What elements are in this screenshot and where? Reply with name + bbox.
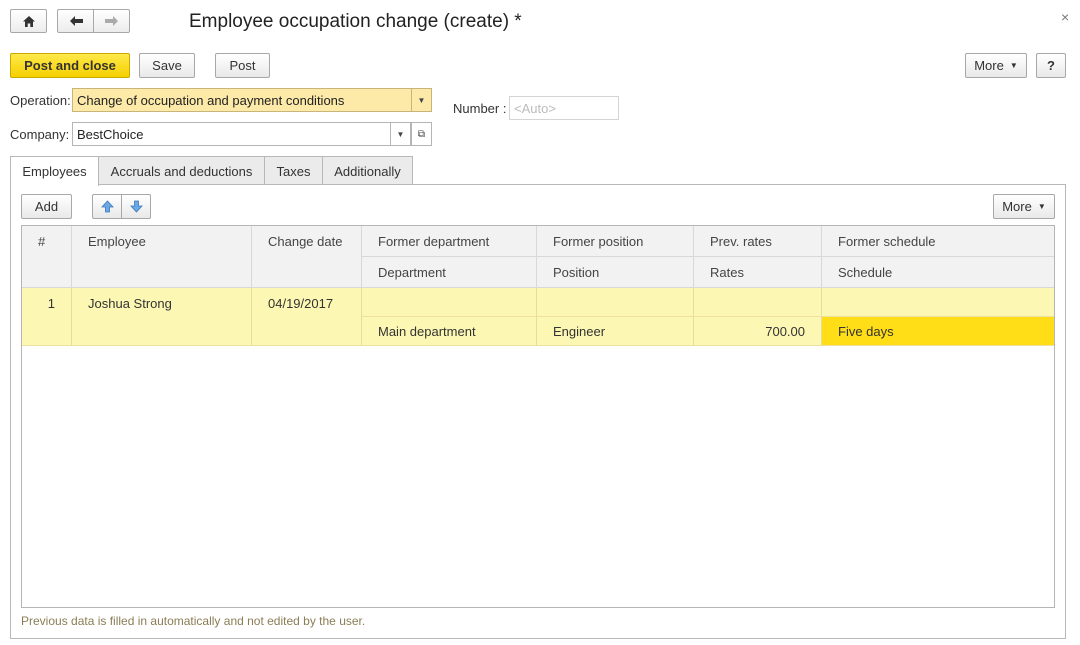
header-prev-rates[interactable]: Prev. rates <box>694 226 822 257</box>
home-icon <box>22 15 35 27</box>
post-and-close-button[interactable]: Post and close <box>10 53 130 78</box>
number-field[interactable]: <Auto> <box>509 96 619 120</box>
header-department[interactable]: Department <box>362 257 537 288</box>
tab-taxes[interactable]: Taxes <box>264 156 323 185</box>
forward-button[interactable] <box>93 9 130 33</box>
chevron-down-icon: ▼ <box>1037 202 1046 211</box>
move-down-icon <box>129 200 143 213</box>
move-up-icon <box>101 200 114 213</box>
help-button[interactable]: ? <box>1036 53 1066 78</box>
move-up-button[interactable] <box>92 194 122 219</box>
tab-additionally[interactable]: Additionally <box>322 156 413 185</box>
former-position-cell[interactable] <box>537 288 694 317</box>
header-former-department[interactable]: Former department <box>362 226 537 257</box>
arrow-right-icon <box>105 16 118 26</box>
close-icon[interactable]: × <box>1061 9 1069 25</box>
header-former-schedule[interactable]: Former schedule <box>822 226 1054 257</box>
post-button[interactable]: Post <box>215 53 270 78</box>
more-label: More <box>974 58 1004 73</box>
department-cell[interactable]: Main department <box>362 317 537 346</box>
schedule-cell[interactable]: Five days <box>822 317 1054 346</box>
change-date-cell[interactable]: 04/19/2017 <box>252 288 362 346</box>
employees-table[interactable]: # Employee Change date Former department… <box>21 225 1055 608</box>
employee-cell[interactable]: Joshua Strong <box>72 288 252 346</box>
header-employee[interactable]: Employee <box>72 226 252 288</box>
footnote: Previous data is filled in automatically… <box>21 614 366 628</box>
chevron-down-icon: ▼ <box>1009 61 1018 70</box>
company-dropdown-icon[interactable]: ▼ <box>390 122 411 146</box>
add-button[interactable]: Add <box>21 194 72 219</box>
company-label: Company: <box>10 127 70 142</box>
open-icon[interactable]: ⧉ <box>411 122 432 146</box>
more-button[interactable]: More ▼ <box>965 53 1027 78</box>
former-schedule-cell[interactable] <box>822 288 1054 317</box>
header-rates[interactable]: Rates <box>694 257 822 288</box>
save-button[interactable]: Save <box>139 53 195 78</box>
number-label: Number : <box>453 101 507 116</box>
tab-employees[interactable]: Employees <box>10 156 99 186</box>
header-change-date[interactable]: Change date <box>252 226 362 288</box>
rates-cell[interactable]: 700.00 <box>694 317 822 346</box>
header-former-position[interactable]: Former position <box>537 226 694 257</box>
header-schedule[interactable]: Schedule <box>822 257 1054 288</box>
header-number[interactable]: # <box>22 226 72 288</box>
header-position[interactable]: Position <box>537 257 694 288</box>
operation-field[interactable]: Change of occupation and payment conditi… <box>72 88 412 112</box>
home-button[interactable] <box>10 9 47 33</box>
operation-label: Operation: <box>10 93 71 108</box>
tab-accruals-and-deductions[interactable]: Accruals and deductions <box>98 156 265 185</box>
former-department-cell[interactable] <box>362 288 537 317</box>
table-more-label: More <box>1002 199 1032 214</box>
row-number[interactable]: 1 <box>22 288 72 346</box>
page-title: Employee occupation change (create) * <box>189 11 522 32</box>
operation-dropdown-icon[interactable]: ▼ <box>411 88 432 112</box>
table-more-button[interactable]: More ▼ <box>993 194 1055 219</box>
position-cell[interactable]: Engineer <box>537 317 694 346</box>
company-field[interactable]: BestChoice <box>72 122 391 146</box>
prev-rates-cell[interactable] <box>694 288 822 317</box>
arrow-left-icon <box>69 16 83 26</box>
back-button[interactable] <box>57 9 94 33</box>
move-down-button[interactable] <box>121 194 151 219</box>
